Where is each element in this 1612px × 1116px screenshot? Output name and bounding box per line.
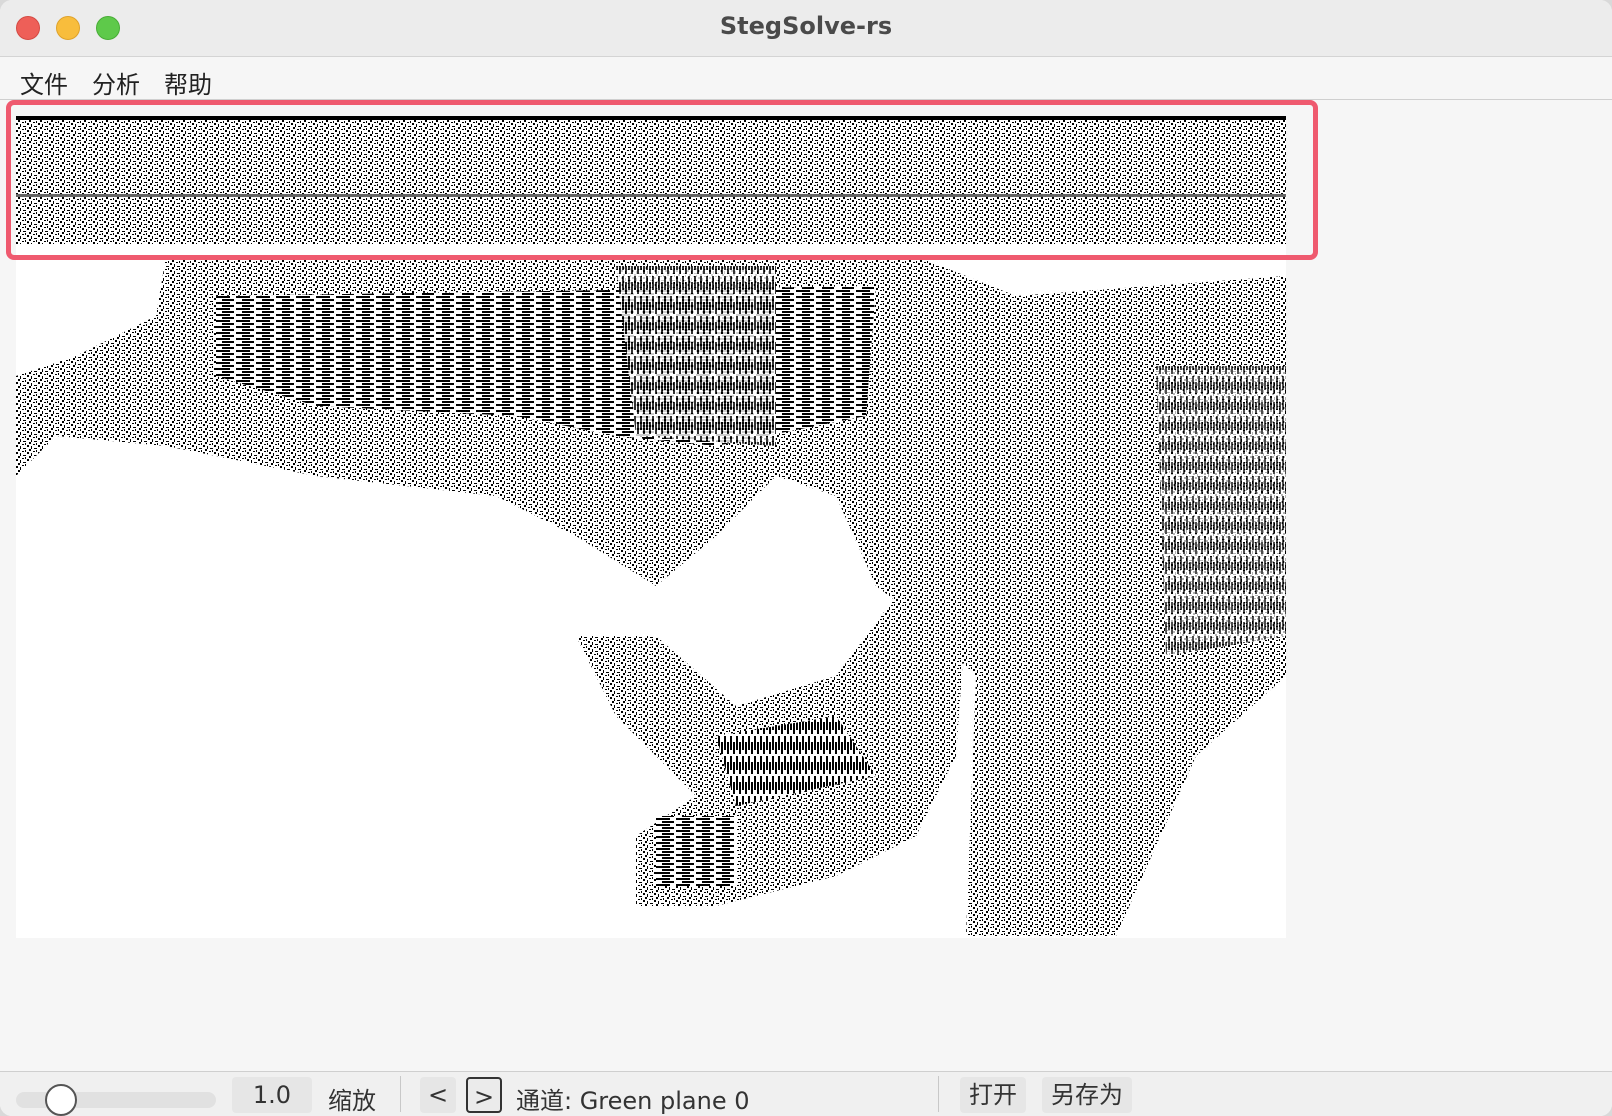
- channel-status: 通道: Green plane 0: [516, 1087, 750, 1115]
- open-button[interactable]: 打开: [960, 1077, 1026, 1113]
- separator: [400, 1076, 401, 1112]
- app-window: StegSolve-rs 文件 分析 帮助 1.0 缩放 < > 通道: Gre…: [0, 0, 1612, 1116]
- zoom-slider-thumb[interactable]: [45, 1084, 77, 1116]
- image-viewport: [0, 100, 1612, 1070]
- menu-bar: 文件 分析 帮助: [0, 57, 1612, 100]
- next-channel-button[interactable]: >: [466, 1077, 502, 1113]
- zoom-label: 缩放: [328, 1087, 376, 1115]
- separator: [938, 1076, 939, 1112]
- status-bar: 1.0 缩放 < > 通道: Green plane 0 打开 另存为: [0, 1071, 1612, 1116]
- save-as-button[interactable]: 另存为: [1042, 1077, 1132, 1113]
- menu-file[interactable]: 文件: [16, 63, 72, 102]
- menu-help[interactable]: 帮助: [160, 63, 216, 102]
- title-bar: StegSolve-rs: [0, 0, 1612, 57]
- selection-highlight: [6, 100, 1318, 260]
- window-title: StegSolve-rs: [719, 12, 893, 40]
- menu-analyze[interactable]: 分析: [88, 63, 144, 102]
- prev-channel-button[interactable]: <: [420, 1077, 456, 1113]
- zoom-value-field[interactable]: 1.0: [232, 1077, 312, 1113]
